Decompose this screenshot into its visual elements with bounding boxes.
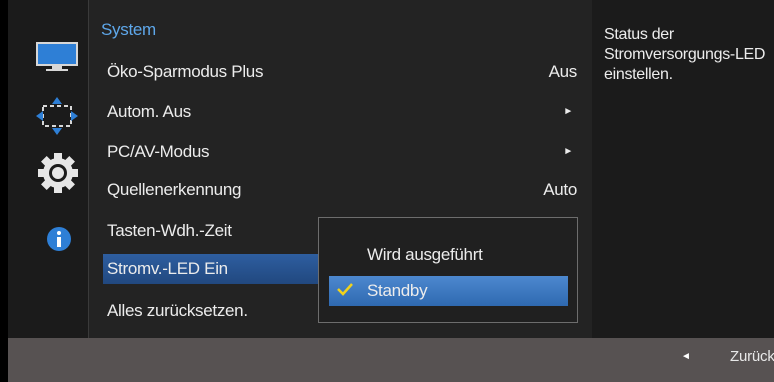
menu-item-label: Stromv.-LED Ein <box>107 259 228 278</box>
back-arrow-icon[interactable]: ◄ <box>681 351 691 362</box>
info-icon[interactable] <box>46 226 72 252</box>
option-label: Standby <box>367 281 428 300</box>
option-running[interactable]: Wird ausgeführt <box>329 240 568 270</box>
power-led-submenu: Wird ausgeführt Standby <box>318 217 578 323</box>
gear-icon[interactable] <box>38 153 78 193</box>
category-sidebar <box>8 0 88 338</box>
monitor-icon[interactable] <box>36 42 78 72</box>
option-label: Wird ausgeführt <box>367 245 483 264</box>
chevron-right-icon: ► <box>563 106 573 117</box>
menu-item-value: Aus <box>548 62 578 81</box>
menu-title: System <box>101 20 156 39</box>
menu-item-power-led[interactable]: Stromv.-LED Ein <box>103 254 319 284</box>
menu-item-auto-off[interactable]: Autom. Aus ► <box>103 97 583 127</box>
arrows-icon[interactable] <box>36 97 78 135</box>
check-icon <box>337 283 353 296</box>
menu-item-source-detection[interactable]: Quellenerkennung Auto <box>103 175 583 205</box>
menu-item-label: PC/AV-Modus <box>107 142 210 161</box>
help-panel: Status der Stromversorgungs-LED einstell… <box>592 0 774 338</box>
menu-item-label: Öko-Sparmodus Plus <box>107 62 264 81</box>
menu-item-value: Auto <box>543 180 577 199</box>
menu-item-label: Alles zurücksetzen. <box>107 301 248 320</box>
option-standby[interactable]: Standby <box>329 276 568 306</box>
back-button[interactable]: Zurück <box>730 348 774 365</box>
footer-bar: ◄ Zurück <box>8 338 774 382</box>
menu-item-label: Autom. Aus <box>107 102 191 121</box>
menu-item-pc-av-mode[interactable]: PC/AV-Modus ► <box>103 137 583 167</box>
chevron-right-icon: ► <box>563 146 573 157</box>
menu-item-label: Quellenerkennung <box>107 180 242 199</box>
help-text: Status der Stromversorgungs-LED einstell… <box>604 26 766 83</box>
menu-item-label: Tasten-Wdh.-Zeit <box>107 221 232 240</box>
menu-item-eco-saving-plus[interactable]: Öko-Sparmodus Plus Aus <box>103 57 583 87</box>
